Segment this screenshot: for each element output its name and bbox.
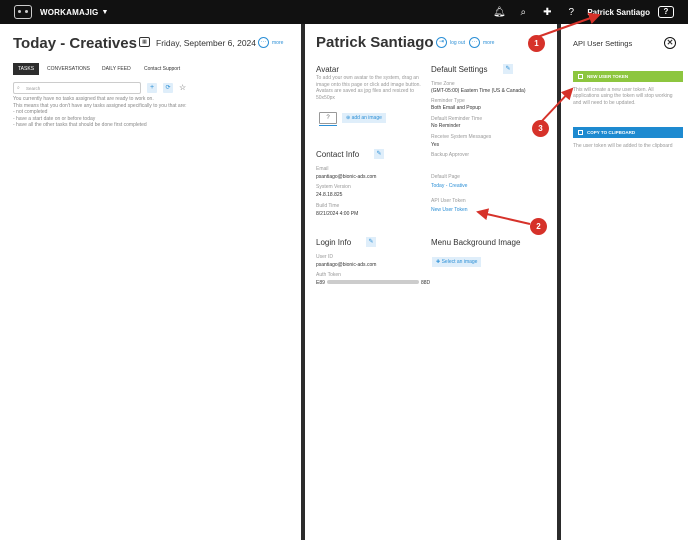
refresh-icon[interactable]: ⟳ [163, 83, 173, 93]
more-icon[interactable]: ··· [469, 37, 480, 48]
avatar-desc: To add your own avatar to the system, dr… [316, 75, 421, 101]
api-settings-panel: API User Settings ✕ NEW USER TOKEN This … [561, 24, 688, 540]
contact-info-title: Contact Info [316, 150, 360, 159]
reminder-type-value: Both Email and Popup [431, 105, 481, 111]
profile-name: Patrick Santiago [316, 34, 434, 51]
email-label: Email [316, 166, 329, 172]
calendar-icon[interactable]: ▦ [139, 37, 150, 47]
timezone-value: (GMT-05:00) Eastern Time (US & Canada) [431, 88, 526, 94]
callout-2: 2 [530, 218, 547, 235]
default-settings-title: Default Settings [431, 65, 488, 74]
avatar-title: Avatar [316, 65, 339, 74]
copy-to-clipboard-button[interactable]: COPY TO CLIPBOARD [573, 127, 683, 138]
logout-icon[interactable]: ⇥ [436, 37, 447, 48]
user-id-label: User ID [316, 254, 333, 260]
more-link[interactable]: more [483, 40, 494, 46]
receive-messages-value: Yes [431, 142, 440, 148]
chevron-down-icon[interactable]: ▼ [101, 9, 108, 16]
page-title: Today - Creatives [13, 35, 137, 52]
api-panel-title: API User Settings [573, 39, 633, 48]
clipboard-icon [578, 129, 583, 135]
backup-approver-label: Backup Approver [431, 152, 470, 158]
avatar-underline [319, 125, 337, 126]
search-icon[interactable]: ⌕ [511, 7, 535, 18]
question-icon[interactable]: ? [559, 7, 583, 18]
tab-daily-feed[interactable]: DAILY FEED [102, 66, 131, 72]
bell-icon[interactable]: 🔔︎ [487, 7, 511, 18]
close-icon[interactable]: ✕ [664, 37, 676, 49]
more-icon[interactable]: ··· [258, 37, 269, 48]
top-bar: WORKAMAJIG ▼ 🔔︎ ⌕ ✚ ? Patrick Santiago ? [0, 0, 688, 24]
help-button[interactable]: ? [658, 6, 674, 18]
more-link[interactable]: more [272, 40, 283, 46]
callout-3: 3 [532, 120, 549, 137]
edit-defaults-button[interactable]: ✎ [503, 64, 513, 74]
default-page-link[interactable]: Today - Creative [431, 183, 467, 189]
default-page-label: Default Page [431, 174, 460, 180]
token-icon [578, 73, 583, 79]
user-menu[interactable]: Patrick Santiago [587, 8, 650, 17]
add-image-label: add an image [351, 115, 382, 121]
copy-label: COPY TO CLIPBOARD [587, 130, 636, 135]
edit-login-button[interactable]: ✎ [366, 237, 376, 247]
auth-token-end: 88D [421, 280, 431, 286]
reminder-time-label: Default Reminder Time [431, 116, 483, 122]
no-tasks-message: You currently have no tasks assigned tha… [13, 96, 187, 129]
app-name[interactable]: WORKAMAJIG [40, 8, 98, 17]
auth-token-redacted [327, 280, 419, 284]
logout-link[interactable]: log out [450, 40, 465, 46]
build-time-value: 8/21/2024 4:00 PM [316, 211, 359, 217]
search-icon: ⌕ [17, 85, 20, 91]
tab-tasks[interactable]: TASKS [13, 63, 40, 75]
add-image-button[interactable]: ⊕ add an image [342, 113, 386, 123]
search-input[interactable]: ⌕ Search [13, 82, 141, 94]
new-token-label: NEW USER TOKEN [587, 74, 629, 79]
profile-panel: Patrick Santiago ⇥ log out ··· more Avat… [305, 24, 557, 540]
new-user-token-button[interactable]: NEW USER TOKEN [573, 71, 683, 82]
new-user-token-link[interactable]: New User Token [431, 207, 468, 213]
system-version-value: 24.8.18.825 [316, 192, 343, 198]
email-value: psantiago@bionic-ads.com [316, 174, 377, 180]
new-token-desc: This will create a new user token. All a… [573, 87, 673, 106]
search-placeholder: Search [26, 86, 41, 91]
date-label: Friday, September 6, 2024 [156, 38, 257, 48]
edit-contact-button[interactable]: ✎ [374, 149, 384, 159]
user-id-value: psantiago@bionic-ads.com [316, 262, 377, 268]
avatar-placeholder: ? [319, 112, 337, 124]
copy-desc: The user token will be added to the clip… [573, 143, 673, 149]
menu-background-title: Menu Background Image [431, 238, 521, 247]
callout-1: 1 [528, 35, 545, 52]
star-icon[interactable]: ☆ [179, 83, 186, 92]
today-panel: Today - Creatives ▦ Friday, September 6,… [0, 24, 301, 540]
receive-messages-label: Receive System Messages [431, 134, 492, 140]
info-line: - have all the other tasks that should b… [13, 122, 147, 128]
login-info-title: Login Info [316, 238, 352, 247]
plus-icon[interactable]: ✚ [535, 7, 559, 18]
select-image-button[interactable]: ✚ Select an image [432, 257, 482, 267]
auth-token-start: E89 [316, 280, 325, 286]
select-image-label: Select an image [441, 259, 478, 265]
timezone-label: Time Zone [431, 81, 455, 87]
app-logo-icon[interactable] [14, 5, 32, 19]
reminder-time-value: No Reminder [431, 123, 461, 129]
build-time-label: Build Time [316, 203, 340, 209]
system-version-label: System Version [316, 184, 351, 190]
add-task-button[interactable]: + [147, 83, 157, 93]
api-token-label: API User Token [431, 198, 466, 204]
auth-token-label: Auth Token [316, 272, 341, 278]
tab-conversations[interactable]: CONVERSATIONS [47, 66, 90, 72]
contact-support-link[interactable]: Contact Support [144, 66, 180, 72]
reminder-type-label: Reminder Type [431, 98, 465, 104]
